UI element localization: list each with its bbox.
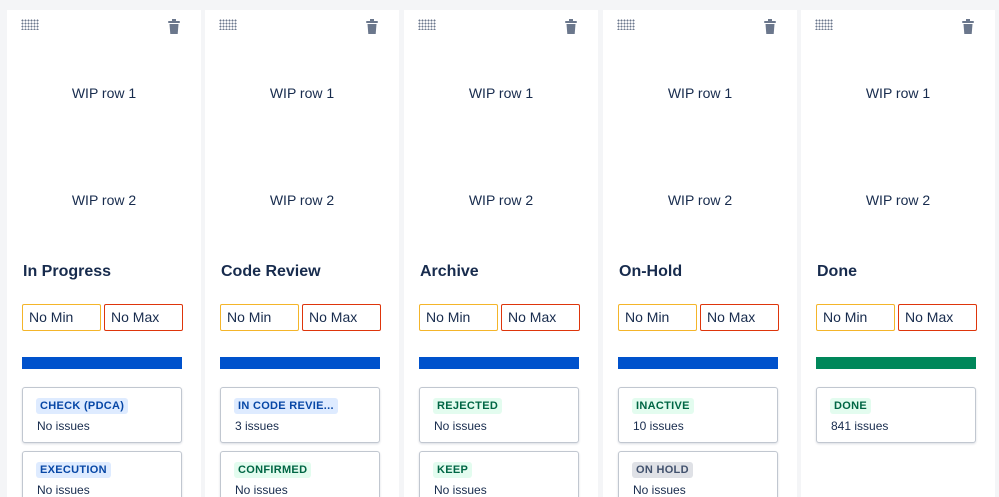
delete-column-button[interactable] [365,19,379,35]
column-archive: WIP row 1 WIP row 2 Archive No Min No Ma… [404,10,598,497]
wip-row-1: WIP row 1 [71,85,137,101]
issue-count: No issues [633,483,686,497]
status-card[interactable]: CHECK (PDCA) No issues [22,387,182,443]
column-title: On-Hold [619,263,683,280]
column-color-bar [220,357,380,369]
min-limit-field[interactable]: No Min [618,304,697,331]
delete-column-button[interactable] [564,19,578,35]
status-card[interactable]: KEEP No issues [419,451,579,497]
issue-count: No issues [235,483,288,497]
drag-handle-icon[interactable] [815,19,833,30]
wip-row-1: WIP row 1 [269,85,335,101]
status-card[interactable]: CONFIRMED No issues [220,451,380,497]
trash-icon [764,19,776,34]
delete-column-button[interactable] [763,19,777,35]
wip-row-2: WIP row 2 [865,192,931,208]
trash-icon [366,19,378,34]
column-code-review: WIP row 1 WIP row 2 Code Review No Min N… [205,10,399,497]
drag-handle-icon[interactable] [21,19,39,30]
wip-row-2: WIP row 2 [468,192,534,208]
issue-count: 10 issues [633,419,684,433]
column-title: Done [817,263,857,280]
issue-count: No issues [37,419,90,433]
wip-row-2: WIP row 2 [71,192,137,208]
max-limit-field[interactable]: No Max [898,304,977,331]
status-lozenge: CHECK (PDCA) [36,398,129,414]
drag-handle-icon[interactable] [617,19,635,30]
issue-count: No issues [37,483,90,497]
min-limit-field[interactable]: No Min [419,304,498,331]
column-color-bar [816,357,976,369]
status-lozenge: REJECTED [433,398,503,414]
status-card[interactable]: DONE 841 issues [816,387,976,443]
trash-icon [565,19,577,34]
column-on-hold: WIP row 1 WIP row 2 On-Hold No Min No Ma… [603,10,797,497]
wip-row-2: WIP row 2 [667,192,733,208]
min-limit-field[interactable]: No Min [816,304,895,331]
status-card[interactable]: EXECUTION No issues [22,451,182,497]
column-done: WIP row 1 WIP row 2 Done No Min No Max D… [801,10,995,497]
status-lozenge: IN CODE REVIE... [234,398,338,414]
issue-count: No issues [434,483,487,497]
column-color-bar [419,357,579,369]
wip-row-1: WIP row 1 [865,85,931,101]
status-lozenge: KEEP [433,462,473,478]
trash-icon [168,19,180,34]
column-title: In Progress [23,263,112,280]
max-limit-field[interactable]: No Max [501,304,580,331]
wip-row-1: WIP row 1 [667,85,733,101]
column-in-progress: WIP row 1 WIP row 2 In Progress No Min N… [7,10,201,497]
status-lozenge: EXECUTION [36,462,111,478]
max-limit-field[interactable]: No Max [302,304,381,331]
status-lozenge: INACTIVE [632,398,694,414]
issue-count: 3 issues [235,419,280,433]
status-lozenge: CONFIRMED [234,462,312,478]
wip-row-1: WIP row 1 [468,85,534,101]
min-limit-field[interactable]: No Min [220,304,299,331]
trash-icon [962,19,974,34]
drag-handle-icon[interactable] [418,19,436,30]
status-card[interactable]: IN CODE REVIE... 3 issues [220,387,380,443]
delete-column-button[interactable] [961,19,975,35]
board-columns: WIP row 1 WIP row 2 In Progress No Min N… [0,0,999,497]
column-title: Code Review [221,263,321,280]
column-title: Archive [420,263,479,280]
status-card[interactable]: ON HOLD No issues [618,451,778,497]
delete-column-button[interactable] [167,19,181,35]
issue-count: No issues [434,419,487,433]
drag-handle-icon[interactable] [219,19,237,30]
max-limit-field[interactable]: No Max [700,304,779,331]
issue-count: 841 issues [831,419,889,433]
status-card[interactable]: REJECTED No issues [419,387,579,443]
status-lozenge: DONE [830,398,871,414]
status-card[interactable]: INACTIVE 10 issues [618,387,778,443]
column-color-bar [618,357,778,369]
min-limit-field[interactable]: No Min [22,304,101,331]
column-color-bar [22,357,182,369]
status-lozenge: ON HOLD [632,462,693,478]
wip-row-2: WIP row 2 [269,192,335,208]
max-limit-field[interactable]: No Max [104,304,183,331]
